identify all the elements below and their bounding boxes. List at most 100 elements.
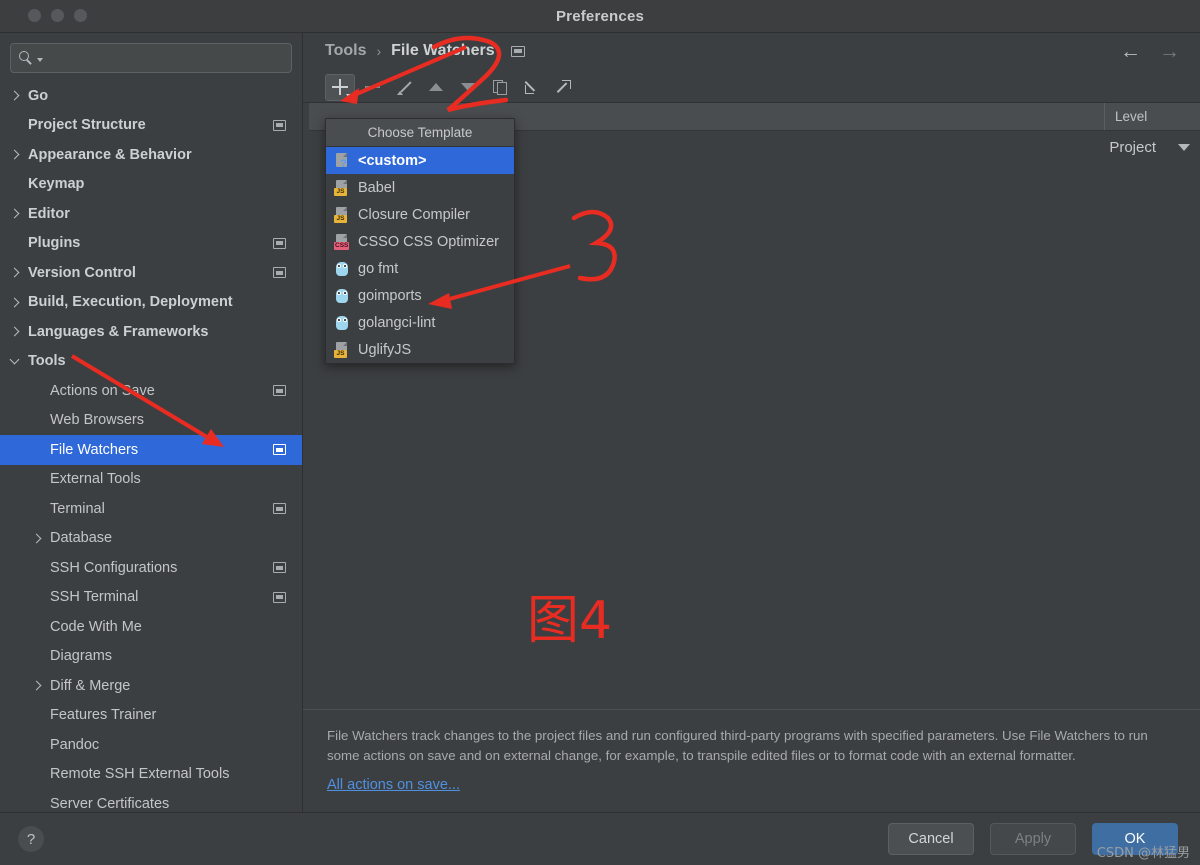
settings-icon[interactable] [273,119,286,131]
chevron-right-icon[interactable] [9,297,19,308]
sidebar-item-tools[interactable]: Tools [0,347,302,377]
chevron-down-icon[interactable] [9,354,19,365]
chevron-down-icon[interactable] [1178,143,1190,151]
forward-arrow-icon[interactable]: → [1159,41,1180,62]
sidebar-item-label: Plugins [28,235,81,252]
chevron-down-icon [346,93,352,98]
sidebar-item-label: Tools [28,353,66,370]
sidebar-item-ssh-configurations[interactable]: SSH Configurations [0,553,302,583]
sidebar-item-project-structure[interactable]: Project Structure [0,111,302,141]
sidebar-item-database[interactable]: Database [0,524,302,554]
traffic-lights [28,9,87,22]
sidebar-item-editor[interactable]: Editor [0,199,302,229]
sidebar-item-web-browsers[interactable]: Web Browsers [0,406,302,436]
template-item-custom[interactable]: ? <custom> [326,147,514,174]
go-gopher-icon [334,288,350,304]
template-item-babel[interactable]: JS Babel [326,174,514,201]
sidebar-item-languages-frameworks[interactable]: Languages & Frameworks [0,317,302,347]
sidebar-item-file-watchers[interactable]: File Watchers [0,435,302,465]
sidebar-item-external-tools[interactable]: External Tools [0,465,302,495]
pencil-icon [397,80,412,95]
description-text: File Watchers track changes to the proje… [327,727,1148,764]
dialog-footer: ? Cancel Apply OK [0,812,1200,865]
sidebar-item-label: Pandoc [50,736,100,753]
template-item-uglifyjs[interactable]: JS UglifyJS [326,336,514,363]
settings-icon[interactable] [273,237,286,249]
sidebar-item-ssh-terminal[interactable]: SSH Terminal [0,583,302,613]
sidebar-item-diagrams[interactable]: Diagrams [0,642,302,672]
close-window-button[interactable] [28,9,41,22]
sidebar-item-build-execution-deployment[interactable]: Build, Execution, Deployment [0,288,302,318]
sidebar-item-label: Server Certificates [50,795,170,812]
sidebar-item-code-with-me[interactable]: Code With Me [0,612,302,642]
settings-icon[interactable] [273,385,286,397]
chevron-right-icon[interactable] [9,208,19,219]
edit-watcher-button[interactable] [389,74,419,101]
template-item-go-fmt[interactable]: go fmt [326,255,514,282]
move-up-button[interactable] [421,74,451,101]
triangle-up-icon [429,83,443,91]
triangle-down-icon [461,83,475,91]
export-button[interactable] [549,74,579,101]
js-file-icon: JS [334,341,350,358]
sidebar-item-pandoc[interactable]: Pandoc [0,730,302,760]
minimize-window-button[interactable] [51,9,64,22]
template-item-golangci-lint[interactable]: golangci-lint [326,309,514,336]
back-arrow-icon[interactable]: ← [1120,41,1141,62]
search-box[interactable] [10,43,292,73]
chevron-right-icon[interactable] [9,326,19,337]
copy-watcher-button[interactable] [485,74,515,101]
sidebar-item-terminal[interactable]: Terminal [0,494,302,524]
cancel-button[interactable]: Cancel [888,823,974,855]
zoom-window-button[interactable] [74,9,87,22]
add-watcher-button[interactable] [325,73,355,101]
chevron-right-icon[interactable] [9,90,19,101]
settings-icon[interactable] [273,562,286,574]
chevron-right-icon[interactable] [9,149,19,160]
sidebar-item-keymap[interactable]: Keymap [0,170,302,200]
template-item-label: Closure Compiler [358,206,471,223]
template-item-csso-css-optimizer[interactable]: CSS CSSO CSS Optimizer [326,228,514,255]
settings-icon[interactable] [273,591,286,603]
breadcrumb-separator: › [376,43,382,59]
sidebar-item-label: Diagrams [50,648,113,665]
apply-button[interactable]: Apply [990,823,1076,855]
sidebar-item-server-certificates[interactable]: Server Certificates [0,789,302,812]
sidebar-item-plugins[interactable]: Plugins [0,229,302,259]
settings-icon[interactable] [273,503,286,515]
settings-icon[interactable] [273,267,286,279]
sidebar-item-remote-ssh-external-tools[interactable]: Remote SSH External Tools [0,760,302,790]
go-gopher-icon [334,261,350,277]
sidebar-item-label: Terminal [50,500,105,517]
chevron-right-icon[interactable] [31,533,41,544]
settings-icon[interactable] [510,45,525,57]
move-down-button[interactable] [453,74,483,101]
sidebar-item-diff-merge[interactable]: Diff & Merge [0,671,302,701]
settings-icon[interactable] [273,444,286,456]
breadcrumb: Tools › File Watchers ← → [303,33,1200,69]
template-item-closure-compiler[interactable]: JS Closure Compiler [326,201,514,228]
custom-file-icon: ? [334,152,350,170]
sidebar-item-features-trainer[interactable]: Features Trainer [0,701,302,731]
sidebar-search-wrap [0,33,302,73]
sidebar-item-label: Keymap [28,176,85,193]
search-input[interactable] [43,50,283,66]
all-actions-on-save-link[interactable]: All actions on save... [327,777,460,793]
template-item-goimports[interactable]: goimports [326,282,514,309]
breadcrumb-parent[interactable]: Tools [325,42,366,60]
minus-icon [364,85,380,89]
sidebar-item-version-control[interactable]: Version Control [0,258,302,288]
help-button[interactable]: ? [18,826,44,852]
import-button[interactable] [517,74,547,101]
remove-watcher-button[interactable] [357,74,387,101]
sidebar-item-label: Features Trainer [50,707,157,724]
sidebar-item-appearance-behavior[interactable]: Appearance & Behavior [0,140,302,170]
level-selector[interactable]: Project [1010,139,1200,156]
js-file-icon: JS [334,206,350,223]
chevron-right-icon[interactable] [9,267,19,278]
sidebar-item-label: Code With Me [50,618,142,635]
sidebar-item-go[interactable]: Go [0,81,302,111]
sidebar-item-label: External Tools [50,471,141,488]
chevron-right-icon[interactable] [31,680,41,691]
sidebar-item-actions-on-save[interactable]: Actions on Save [0,376,302,406]
